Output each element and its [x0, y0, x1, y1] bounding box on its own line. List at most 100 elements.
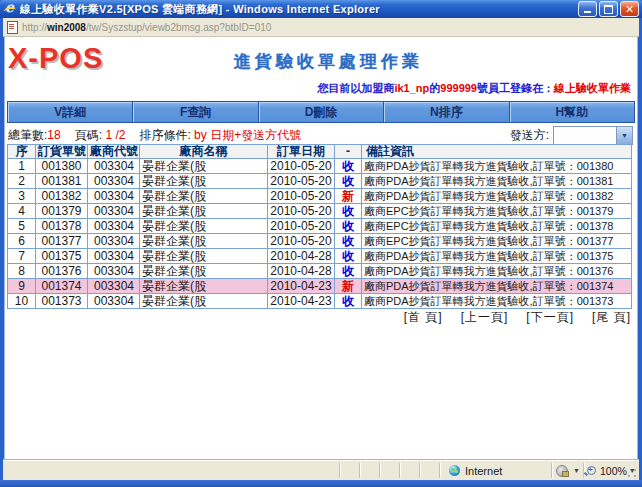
- window-title: 線上驗收單作業V2.5[XPOS 雲端商務網] - Windows Intern…: [20, 2, 578, 17]
- pagination-link-2[interactable]: [下一頁]: [526, 310, 574, 324]
- cell: 2010-05-20: [268, 234, 335, 249]
- total-count: 18: [47, 128, 60, 142]
- cell: 晏群企業(股: [140, 279, 268, 294]
- toolbar-button-4[interactable]: H幫助: [509, 101, 635, 123]
- column-header: 廠商代號: [88, 145, 140, 159]
- title-bar: e 線上驗收單作業V2.5[XPOS 雲端商務網] - Windows Inte…: [0, 0, 642, 18]
- toolbar-button-1[interactable]: F查詢: [132, 101, 258, 123]
- table-header-row: 序訂貨單號廠商代號廠商名稱訂單日期-備註資訊: [8, 145, 632, 159]
- cell: 003304: [88, 174, 140, 189]
- cell: 晏群企業(股: [140, 294, 268, 309]
- internet-globe-icon: [449, 465, 460, 476]
- close-button[interactable]: ✕: [620, 1, 639, 17]
- sort-by: by: [194, 128, 207, 142]
- cell: 2010-04-23: [268, 279, 335, 294]
- maximize-button[interactable]: [599, 1, 618, 17]
- info-row: 總筆數:18 頁碼: 1 /2 排序條件: by 日期+發送方代號 發送方: ▼: [8, 126, 633, 144]
- cell: 7: [8, 249, 36, 264]
- cell: 001380: [36, 159, 88, 174]
- cell: 2010-04-23: [268, 294, 335, 309]
- cell: 晏群企業(股: [140, 249, 268, 264]
- cell: 廠商PDA抄貨訂單轉我方進貨驗收,訂單號：001381: [362, 174, 632, 189]
- window-bottom-border: [0, 480, 642, 487]
- cell: 廠商EPC抄貨訂單轉我方進貨驗收,訂單號：001377: [362, 234, 632, 249]
- cell: 003304: [88, 219, 140, 234]
- browser-window: e 線上驗收單作業V2.5[XPOS 雲端商務網] - Windows Inte…: [0, 0, 642, 487]
- total-label: 總筆數:: [8, 127, 47, 144]
- cell: 2010-05-20: [268, 174, 335, 189]
- cell: 2010-05-20: [268, 204, 335, 219]
- cell: 001382: [36, 189, 88, 204]
- pagination-link-0[interactable]: [首 頁]: [404, 310, 443, 324]
- cell: 新: [335, 279, 362, 294]
- pagination-link-1[interactable]: [上一頁]: [461, 310, 509, 324]
- cell: 晏群企業(股: [140, 204, 268, 219]
- table-row[interactable]: 10001373003304晏群企業(股2010-04-23收廠商PDA抄貨訂單…: [8, 294, 632, 309]
- page-title: 進貨驗收單處理作業: [234, 50, 423, 73]
- table-row[interactable]: 5001378003304晏群企業(股2010-05-20收廠商EPC抄貨訂單轉…: [8, 219, 632, 234]
- page-icon: [7, 21, 18, 34]
- cell: 2010-05-20: [268, 189, 335, 204]
- column-header: 訂單日期: [268, 145, 335, 159]
- cell: 001375: [36, 249, 88, 264]
- column-header: 序: [8, 145, 36, 159]
- cell: 收: [335, 234, 362, 249]
- cell: 003304: [88, 234, 140, 249]
- table-row[interactable]: 2001381003304晏群企業(股2010-05-20收廠商PDA抄貨訂單轉…: [8, 174, 632, 189]
- sort-value: 日期+發送方代號: [210, 127, 301, 144]
- toolbar-button-2[interactable]: D刪除: [258, 101, 384, 123]
- cell: 廠商EPC抄貨訂單轉我方進貨驗收,訂單號：001378: [362, 219, 632, 234]
- shield-icon: [556, 465, 568, 477]
- table-row[interactable]: 8001376003304晏群企業(股2010-04-28收廠商PDA抄貨訂單轉…: [8, 264, 632, 279]
- column-header: 訂貨單號: [36, 145, 88, 159]
- toolbar-button-0[interactable]: V詳細: [7, 101, 133, 123]
- cell: 2010-04-28: [268, 249, 335, 264]
- cell: 2: [8, 174, 36, 189]
- resize-grip[interactable]: [626, 467, 638, 479]
- cell: 收: [335, 219, 362, 234]
- chevron-down-icon: ▼: [616, 127, 632, 144]
- cell: 10: [8, 294, 36, 309]
- pagination-link-3[interactable]: [尾 頁]: [592, 310, 631, 324]
- cell: 9: [8, 279, 36, 294]
- cell: 003304: [88, 159, 140, 174]
- status-bar: Internet ▼ 100% ▼: [3, 460, 639, 480]
- cell: 收: [335, 249, 362, 264]
- xpos-logo: X-POS: [8, 42, 103, 75]
- cell: 廠商EPC抄貨訂單轉我方進貨驗收,訂單號：001379: [362, 204, 632, 219]
- cell: 晏群企業(股: [140, 264, 268, 279]
- table-row[interactable]: 4001379003304晏群企業(股2010-05-20收廠商EPC抄貨訂單轉…: [8, 204, 632, 219]
- minimize-button[interactable]: [578, 1, 597, 17]
- table-row[interactable]: 3001382003304晏群企業(股2010-05-20新廠商PDA抄貨訂單轉…: [8, 189, 632, 204]
- cell: 003304: [88, 189, 140, 204]
- table-row[interactable]: 9001374003304晏群企業(股2010-04-23新廠商PDA抄貨訂單轉…: [8, 279, 632, 294]
- magnifier-icon: [587, 466, 596, 475]
- table-row[interactable]: 1001380003304晏群企業(股2010-05-20收廠商PDA抄貨訂單轉…: [8, 159, 632, 174]
- url-text[interactable]: http://win2008/tw/Syszstup/viewb2bmsg.as…: [22, 22, 271, 33]
- orders-table: 序訂貨單號廠商代號廠商名稱訂單日期-備註資訊 1001380003304晏群企業…: [7, 144, 632, 309]
- column-header: 備註資訊: [362, 145, 632, 159]
- toolbar: V詳細F查詢D刪除N排序H幫助: [7, 101, 634, 123]
- cell: 001379: [36, 204, 88, 219]
- toolbar-button-3[interactable]: N排序: [383, 101, 509, 123]
- cell: 001377: [36, 234, 88, 249]
- address-bar: http://win2008/tw/Syszstup/viewb2bmsg.as…: [3, 18, 639, 37]
- cell: 晏群企業(股: [140, 159, 268, 174]
- protected-mode-control[interactable]: ▼: [556, 461, 580, 480]
- cell: 2010-05-20: [268, 219, 335, 234]
- page-number: 1 /2: [105, 128, 125, 142]
- table-row[interactable]: 6001377003304晏群企業(股2010-05-20收廠商EPC抄貨訂單轉…: [8, 234, 632, 249]
- cell: 收: [335, 204, 362, 219]
- internet-explorer-icon: e: [4, 2, 17, 16]
- zoom-level: 100%: [600, 465, 627, 477]
- cell: 001378: [36, 219, 88, 234]
- sender-label: 發送方:: [510, 127, 549, 144]
- table-row[interactable]: 7001375003304晏群企業(股2010-04-28收廠商PDA抄貨訂單轉…: [8, 249, 632, 264]
- cell: 新: [335, 189, 362, 204]
- cell: 廠商PDA抄貨訂單轉我方進貨驗收,訂單號：001375: [362, 249, 632, 264]
- cell: 廠商PDA抄貨訂單轉我方進貨驗收,訂單號：001380: [362, 159, 632, 174]
- cell: 003304: [88, 249, 140, 264]
- cell: 收: [335, 294, 362, 309]
- sender-select[interactable]: ▼: [553, 126, 633, 145]
- cell: 2010-04-28: [268, 264, 335, 279]
